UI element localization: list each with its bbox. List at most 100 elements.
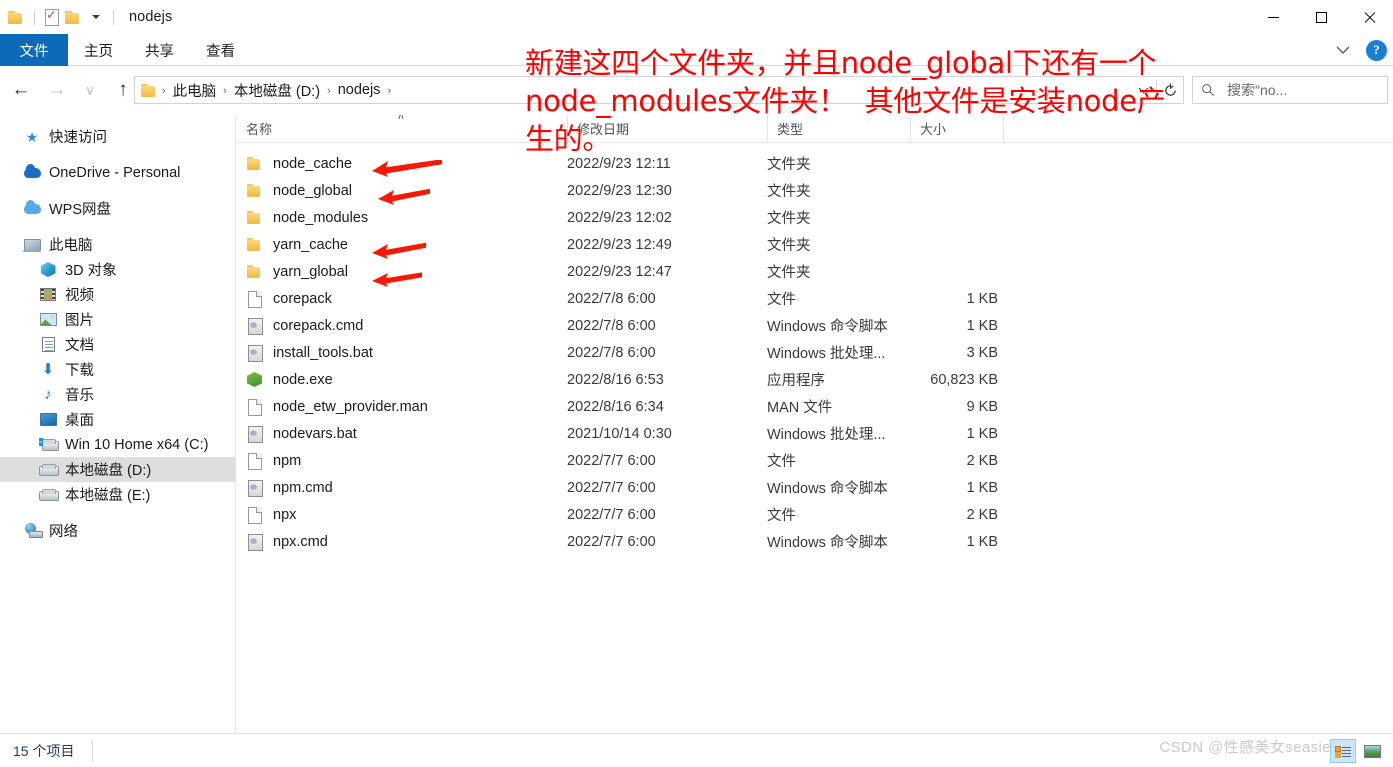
table-row[interactable]: install_tools.bat 2022/7/8 6:00 Windows 批处… [237, 339, 1393, 366]
close-button[interactable] [1345, 0, 1393, 34]
sidebar-item-label: OneDrive - Personal [49, 164, 181, 181]
cell-size: 1 KB [966, 317, 998, 334]
column-header-size[interactable]: 大小 [910, 115, 1003, 143]
breadcrumb-item-1[interactable]: 本地磁盘 (D:) [229, 80, 325, 101]
ribbon-tab-1[interactable]: 主页 [68, 34, 129, 66]
table-row[interactable]: npx.cmd 2022/7/7 6:00 Windows 命令脚本 1 KB [237, 528, 1393, 555]
column-header-name[interactable]: 名称 ∧ [237, 115, 567, 143]
breadcrumb-item-2[interactable]: nodejs [333, 82, 386, 98]
column-header-type[interactable]: 类型 [767, 115, 910, 143]
sidebar-item-[interactable]: 此电脑 [0, 232, 235, 257]
details-view-button[interactable] [1330, 739, 1356, 763]
cell-name: node_etw_provider.man [237, 398, 567, 416]
cell-date: 2022/7/7 6:00 [567, 452, 656, 469]
qat-chevron-down-icon[interactable] [92, 15, 100, 19]
breadcrumb-item-0[interactable]: 此电脑 [168, 80, 222, 101]
forward-button[interactable]: → [42, 75, 72, 105]
file-name-label: install_tools.bat [273, 344, 373, 361]
table-row[interactable]: npm.cmd 2022/7/7 6:00 Windows 命令脚本 1 KB [237, 474, 1393, 501]
sidebar-item-onedrive-personal[interactable]: OneDrive - Personal [0, 160, 235, 185]
table-row[interactable]: yarn_global 2022/9/23 12:47 文件夹 [237, 258, 1393, 285]
cell-date: 2022/7/8 6:00 [567, 290, 656, 307]
sidebar-item-label: 3D 对象 [65, 263, 117, 279]
ribbon-tab-0[interactable]: 文件 [0, 34, 68, 66]
wps-cloud-icon [22, 199, 42, 218]
table-row[interactable]: yarn_cache 2022/9/23 12:49 文件夹 [237, 231, 1393, 258]
file-name-label: npm.cmd [273, 479, 333, 496]
minimize-button[interactable] [1249, 0, 1297, 34]
ribbon-expand-button[interactable] [1330, 37, 1356, 63]
sidebar-item-d[interactable]: 本地磁盘 (D:) [0, 457, 235, 482]
new-folder-icon[interactable] [65, 10, 82, 24]
file-icon [246, 398, 263, 416]
cell-type: Windows 批处理... [767, 427, 886, 443]
cell-type: Windows 命令脚本 [767, 535, 888, 551]
sidebar-item-[interactable]: ★ 快速访问 [0, 124, 235, 149]
folder-icon[interactable] [8, 10, 25, 24]
sidebar-item-[interactable]: 视频 [0, 282, 235, 307]
maximize-button[interactable] [1297, 0, 1345, 34]
sidebar-item-[interactable]: ♪ 音乐 [0, 382, 235, 407]
table-row[interactable]: node.exe 2022/8/16 6:53 应用程序 60,823 KB [237, 366, 1393, 393]
file-name-label: corepack.cmd [273, 317, 364, 334]
column-header-blank [1003, 115, 1063, 143]
sidebar-item-e[interactable]: 本地磁盘 (E:) [0, 482, 235, 507]
file-name-label: node_cache [273, 155, 353, 172]
ribbon-tab-3[interactable]: 查看 [190, 34, 251, 66]
file-icon [246, 290, 263, 308]
sidebar-item-label: 网络 [49, 524, 78, 540]
sidebar-item-3d[interactable]: 3D 对象 [0, 257, 235, 282]
table-row[interactable]: nodevars.bat 2021/10/14 0:30 Windows 批处理..… [237, 420, 1393, 447]
folder-icon [246, 209, 263, 226]
sidebar-item-[interactable]: 文档 [0, 332, 235, 357]
chevron-down-icon [1138, 87, 1148, 93]
sidebar-item-[interactable]: 网络 [0, 518, 235, 543]
properties-icon[interactable] [44, 7, 59, 26]
large-icons-view-button[interactable] [1359, 739, 1385, 763]
cell-type: 文件 [767, 508, 796, 524]
sidebar-item-win-10-home-x64-c[interactable]: Win 10 Home x64 (C:) [0, 432, 235, 457]
cell-type: 文件夹 [767, 184, 811, 200]
help-button[interactable]: ? [1366, 39, 1387, 61]
cell-size: 60,823 KB [930, 371, 998, 388]
table-row[interactable]: npm 2022/7/7 6:00 文件 2 KB [237, 447, 1393, 474]
address-bar[interactable]: › 此电脑 › 本地磁盘 (D:) › nodejs › [134, 76, 1184, 104]
file-rows: node_cache 2022/9/23 12:11 文件夹 node_global 2… [237, 143, 1393, 555]
cell-size: 1 KB [966, 425, 998, 442]
sidebar-item-[interactable]: 桌面 [0, 407, 235, 432]
back-button[interactable]: ← [6, 75, 36, 105]
table-row[interactable]: node_modules 2022/9/23 12:02 文件夹 [237, 204, 1393, 231]
sidebar-item-[interactable]: 图片 [0, 307, 235, 332]
breadcrumb-separator-1: › [223, 84, 227, 97]
search-box[interactable]: 搜索"no... [1192, 76, 1388, 104]
cell-date: 2022/9/23 12:49 [567, 236, 672, 253]
maximize-icon [1315, 11, 1327, 23]
recent-locations-button[interactable]: ∨ [78, 75, 102, 105]
table-row[interactable]: corepack 2022/7/8 6:00 文件 1 KB [237, 285, 1393, 312]
table-row[interactable]: node_global 2022/9/23 12:30 文件夹 [237, 177, 1393, 204]
sidebar-item-[interactable]: ⬇ 下载 [0, 357, 235, 382]
item-count-label: 15 个项目 [13, 742, 75, 759]
cell-name: npx.cmd [237, 533, 567, 551]
cell-date: 2022/7/7 6:00 [567, 479, 656, 496]
cell-date: 2022/7/7 6:00 [567, 533, 656, 550]
table-row[interactable]: npx 2022/7/7 6:00 文件 2 KB [237, 501, 1393, 528]
address-dropdown-button[interactable] [1130, 77, 1156, 103]
refresh-button[interactable] [1157, 77, 1183, 103]
table-row[interactable]: node_cache 2022/9/23 12:11 文件夹 [237, 150, 1393, 177]
table-row[interactable]: corepack.cmd 2022/7/8 6:00 Windows 命令脚本 1 K… [237, 312, 1393, 339]
window-controls [1249, 0, 1393, 34]
folder-icon [246, 182, 263, 199]
ribbon-tab-2[interactable]: 共享 [129, 34, 190, 66]
file-name-label: node_global [273, 182, 353, 199]
column-header-date[interactable]: 修改日期 [567, 115, 767, 143]
script-icon [246, 425, 263, 443]
folder-icon [246, 263, 263, 280]
address-bar-buttons [1130, 77, 1183, 103]
sidebar-item-wps[interactable]: WPS网盘 [0, 196, 235, 221]
file-explorer-window: nodejs 文件主页共享查看 ? ← → ∨ ↑ › [0, 0, 1393, 767]
folder-icon [246, 236, 263, 253]
table-row[interactable]: node_etw_provider.man 2022/8/16 6:34 MAN 文… [237, 393, 1393, 420]
file-name-label: corepack [273, 290, 332, 307]
